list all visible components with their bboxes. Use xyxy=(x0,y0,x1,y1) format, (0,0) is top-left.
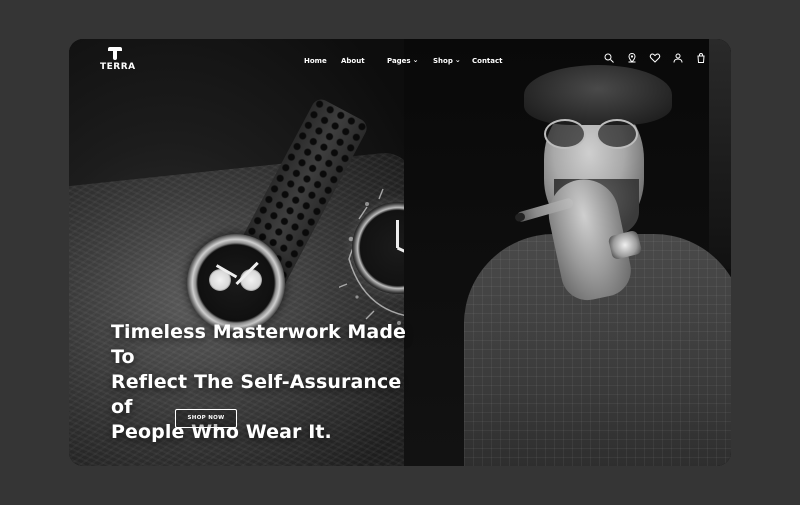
nav-item-about[interactable]: About xyxy=(341,57,365,65)
user-icon[interactable] xyxy=(672,52,684,64)
bag-icon[interactable] xyxy=(695,52,707,64)
nav-label: Pages xyxy=(387,57,411,65)
nav-item-contact[interactable]: Contact xyxy=(472,57,503,65)
hero-heading-line: People Who Wear It. xyxy=(111,421,332,443)
sunglasses xyxy=(544,119,644,149)
header-actions xyxy=(603,52,707,64)
brand-logo[interactable]: TERRA xyxy=(100,47,135,77)
lens xyxy=(544,119,586,149)
nav-item-shop[interactable]: Shop ⌄ xyxy=(433,56,461,65)
portrait-panel xyxy=(404,39,731,466)
logo-icon xyxy=(108,47,122,60)
hero-heading-line: Timeless Masterwork Made To xyxy=(111,321,407,368)
nav-item-home[interactable]: Home xyxy=(304,57,327,65)
nav-label: About xyxy=(341,57,365,65)
background-sign xyxy=(709,39,731,269)
brand-name: TERRA xyxy=(100,62,136,72)
lens xyxy=(596,119,638,149)
nav-label: Contact xyxy=(472,57,503,65)
heart-icon[interactable] xyxy=(649,52,661,64)
nav-label: Shop xyxy=(433,57,453,65)
hero-heading: Timeless Masterwork Made To Reflect The … xyxy=(111,320,411,445)
nav-label: Home xyxy=(304,57,327,65)
shop-now-button[interactable]: SHOP NOW xyxy=(175,409,237,428)
search-icon[interactable] xyxy=(603,52,615,64)
watch-face-large xyxy=(187,234,285,332)
chevron-down-icon: ⌄ xyxy=(412,56,419,64)
hero-card: TERRA Home About Pages⌄ Shop⌄ Contact xyxy=(69,39,731,466)
watch-subdial xyxy=(240,269,262,291)
watch-hand xyxy=(396,246,404,259)
nav-item-pages[interactable]: Pages ⌄ xyxy=(387,56,419,65)
cigar-tip xyxy=(514,211,526,223)
flat-cap xyxy=(524,65,672,125)
hero-heading-line: Reflect The Self-Assurance of xyxy=(111,371,402,418)
watch-hand xyxy=(396,220,399,248)
location-icon[interactable] xyxy=(626,52,638,64)
chevron-down-icon: ⌄ xyxy=(454,56,461,64)
